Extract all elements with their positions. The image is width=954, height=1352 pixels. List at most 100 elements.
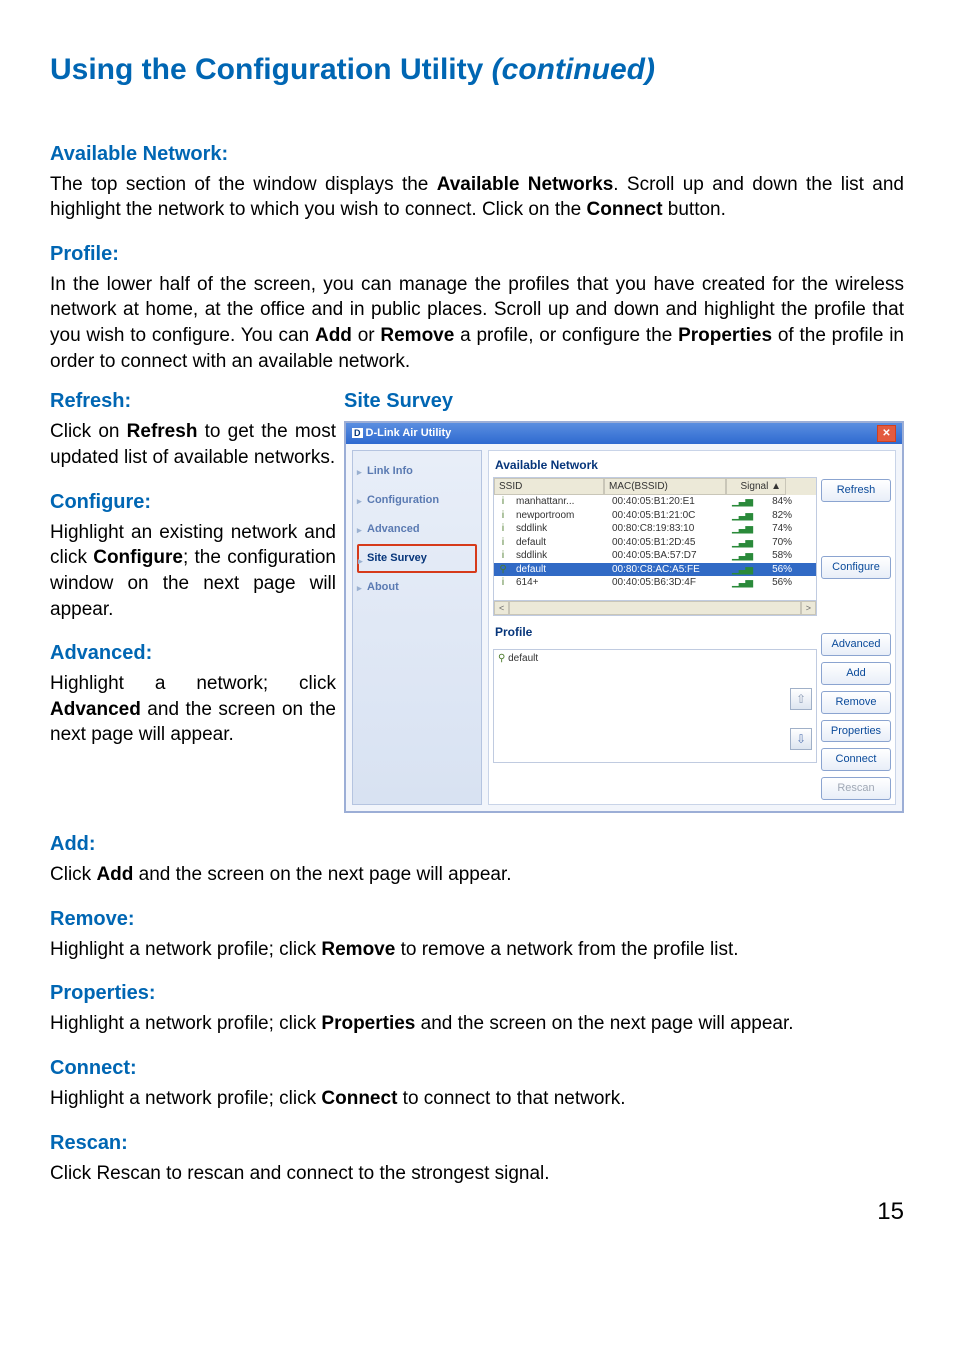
profile-heading: Profile: — [50, 241, 904, 268]
network-type-icon: i — [494, 509, 512, 523]
signal-icon: ▁▃▅ — [728, 563, 756, 577]
mac-cell: 00:80:C8:AC:A5:FE — [608, 563, 728, 577]
utility-window: DD-Link Air Utility ✕ Link Info Configur… — [344, 421, 904, 813]
add-button[interactable]: Add — [821, 662, 891, 685]
close-icon[interactable]: ✕ — [877, 425, 896, 442]
signal-icon: ▁▃▅ — [728, 576, 756, 590]
ssid-cell: default — [512, 563, 608, 577]
nav-configuration[interactable]: Configuration — [357, 486, 477, 515]
nav-site-survey[interactable]: Site Survey — [357, 544, 477, 573]
add-text: Click Add and the screen on the next pag… — [50, 862, 904, 888]
rescan-heading: Rescan: — [50, 1130, 904, 1157]
nav-sidebar: Link Info Configuration Advanced Site Su… — [352, 450, 482, 805]
ssid-cell: default — [512, 536, 608, 550]
profile-list[interactable]: ⚲ default ⇧ ⇩ — [493, 649, 817, 763]
network-type-icon: i — [494, 495, 512, 509]
scroll-right-icon[interactable]: > — [801, 601, 816, 615]
configure-button[interactable]: Configure — [821, 556, 891, 579]
advanced-text: Highlight a network; click Advanced and … — [50, 671, 336, 748]
signal-cell: 58% — [756, 549, 796, 563]
ssid-cell: newportroom — [512, 509, 608, 523]
nav-advanced[interactable]: Advanced — [357, 515, 477, 544]
network-type-icon: ⚲ — [494, 563, 512, 577]
available-network-text: The top section of the window displays t… — [50, 172, 904, 223]
move-up-button[interactable]: ⇧ — [790, 688, 812, 710]
nav-about[interactable]: About — [357, 573, 477, 602]
mac-cell: 00:40:05:BA:57:D7 — [608, 549, 728, 563]
signal-cell: 56% — [756, 563, 796, 577]
profile-item[interactable]: ⚲ default — [494, 650, 816, 668]
refresh-button[interactable]: Refresh — [821, 479, 891, 502]
remove-heading: Remove: — [50, 906, 904, 933]
table-row[interactable]: inewportroom00:40:05:B1:21:0C▁▃▅82% — [494, 509, 816, 523]
table-header[interactable]: SSID MAC(BSSID) Signal ▲ — [494, 478, 816, 496]
site-survey-title: Site Survey — [344, 388, 904, 415]
advanced-button[interactable]: Advanced — [821, 633, 891, 656]
signal-icon: ▁▃▅ — [728, 495, 756, 509]
mac-cell: 00:40:05:B6:3D:4F — [608, 576, 728, 590]
profile-label: Profile — [493, 622, 817, 643]
table-row[interactable]: isddlink00:40:05:BA:57:D7▁▃▅58% — [494, 549, 816, 563]
advanced-heading: Advanced: — [50, 640, 336, 667]
rescan-text: Click Rescan to rescan and connect to th… — [50, 1161, 904, 1187]
title-continued: (continued) — [492, 53, 655, 86]
properties-heading: Properties: — [50, 980, 904, 1007]
window-titlebar[interactable]: DD-Link Air Utility ✕ — [346, 423, 902, 444]
page-number: 15 — [50, 1196, 904, 1228]
table-row[interactable]: idefault00:40:05:B1:2D:45▁▃▅70% — [494, 536, 816, 550]
mac-cell: 00:40:05:B1:2D:45 — [608, 536, 728, 550]
remove-button[interactable]: Remove — [821, 691, 891, 714]
col-signal[interactable]: Signal ▲ — [726, 478, 786, 496]
available-network-label: Available Network — [493, 455, 817, 476]
signal-cell: 56% — [756, 576, 796, 590]
mac-cell: 00:80:C8:19:83:10 — [608, 522, 728, 536]
table-row[interactable]: i614+00:40:05:B6:3D:4F▁▃▅56% — [494, 576, 816, 590]
signal-cell: 70% — [756, 536, 796, 550]
signal-icon: ▁▃▅ — [728, 522, 756, 536]
profile-text: In the lower half of the screen, you can… — [50, 272, 904, 375]
available-network-heading: Available Network: — [50, 141, 904, 168]
page-title: Using the Configuration Utility (continu… — [50, 50, 904, 91]
properties-text: Highlight a network profile; click Prope… — [50, 1011, 904, 1037]
network-type-icon: i — [494, 522, 512, 536]
move-down-button[interactable]: ⇩ — [790, 728, 812, 750]
horizontal-scrollbar[interactable]: < > — [494, 600, 816, 615]
signal-cell: 82% — [756, 509, 796, 523]
ssid-cell: sddlink — [512, 522, 608, 536]
properties-button[interactable]: Properties — [821, 720, 891, 743]
add-heading: Add: — [50, 831, 904, 858]
table-row[interactable]: imanhattanr...00:40:05:B1:20:E1▁▃▅84% — [494, 495, 816, 509]
window-title-text: DD-Link Air Utility — [352, 426, 451, 441]
network-type-icon: i — [494, 536, 512, 550]
network-type-icon: i — [494, 576, 512, 590]
configure-heading: Configure: — [50, 489, 336, 516]
configure-text: Highlight an existing network and click … — [50, 520, 336, 623]
signal-cell: 84% — [756, 495, 796, 509]
remove-text: Highlight a network profile; click Remov… — [50, 937, 904, 963]
mac-cell: 00:40:05:B1:21:0C — [608, 509, 728, 523]
sort-icon: ▲ — [771, 481, 781, 492]
ssid-cell: 614+ — [512, 576, 608, 590]
table-row[interactable]: isddlink00:80:C8:19:83:10▁▃▅74% — [494, 522, 816, 536]
table-row[interactable]: ⚲default00:80:C8:AC:A5:FE▁▃▅56% — [494, 563, 816, 577]
connect-text: Highlight a network profile; click Conne… — [50, 1086, 904, 1112]
col-mac[interactable]: MAC(BSSID) — [604, 478, 726, 496]
rescan-button[interactable]: Rescan — [821, 777, 891, 800]
signal-icon: ▁▃▅ — [728, 536, 756, 550]
connect-button[interactable]: Connect — [821, 748, 891, 771]
network-table: SSID MAC(BSSID) Signal ▲ imanhattanr...0… — [493, 477, 817, 617]
signal-cell: 74% — [756, 522, 796, 536]
col-ssid[interactable]: SSID — [494, 478, 604, 496]
mac-cell: 00:40:05:B1:20:E1 — [608, 495, 728, 509]
signal-icon: ▁▃▅ — [728, 549, 756, 563]
network-type-icon: i — [494, 549, 512, 563]
nav-link-info[interactable]: Link Info — [357, 457, 477, 486]
refresh-heading: Refresh: — [50, 388, 336, 415]
scroll-left-icon[interactable]: < — [494, 601, 509, 615]
connect-heading: Connect: — [50, 1055, 904, 1082]
title-main: Using the Configuration Utility — [50, 53, 492, 86]
signal-icon: ▁▃▅ — [728, 509, 756, 523]
ssid-cell: sddlink — [512, 549, 608, 563]
refresh-text: Click on Refresh to get the most updated… — [50, 419, 336, 470]
ssid-cell: manhattanr... — [512, 495, 608, 509]
